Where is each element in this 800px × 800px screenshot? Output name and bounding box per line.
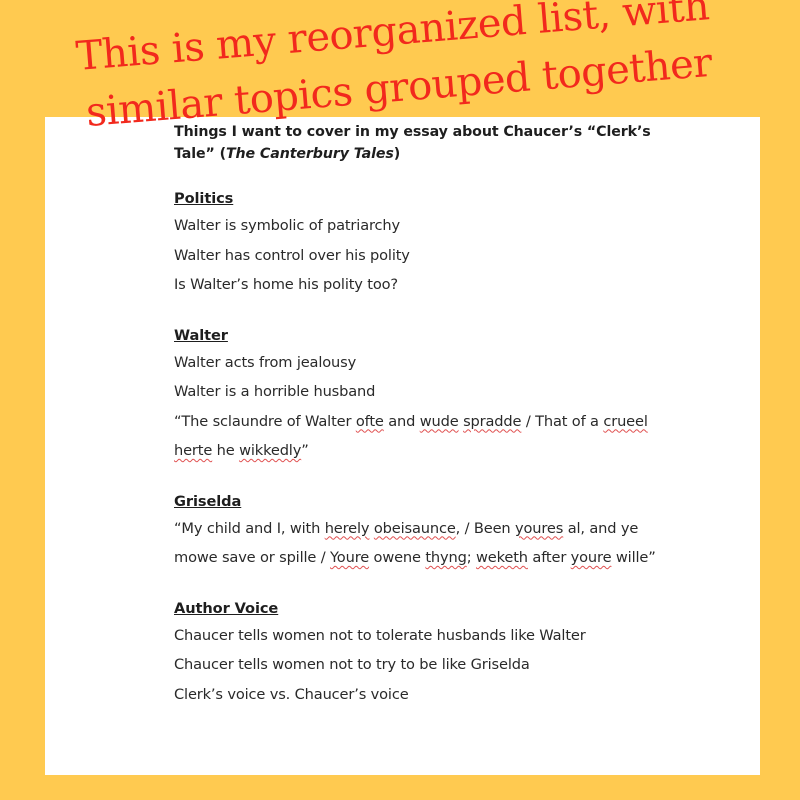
section-heading: Griselda <box>174 492 242 510</box>
misspelled-word: spradde <box>463 412 522 430</box>
quote-text: / That of a <box>521 412 604 430</box>
misspelled-word: herely <box>324 519 370 537</box>
quote-text: and <box>383 412 420 430</box>
list-item: Walter acts from jealousy <box>174 353 357 371</box>
quote-text: owene <box>369 549 426 566</box>
misspelled-word: thyng <box>425 549 467 566</box>
list-item: Clerk’s voice vs. Chaucer’s voice <box>174 685 409 703</box>
quote-text: “The sclaundre of Walter <box>174 412 356 430</box>
misspelled-word: wikkedly <box>239 442 302 459</box>
quote-item: “The sclaundre of Walter ofte and wude s… <box>174 407 664 466</box>
quote-text: ” <box>301 442 309 459</box>
quote-text: he <box>212 442 240 459</box>
quote-item: “My child and I, with herely obeisaunce,… <box>174 514 664 573</box>
title-text-end: ) <box>393 146 401 162</box>
section-politics: Politics Walter is symbolic of patriarchy… <box>174 187 734 300</box>
misspelled-word: crueel <box>603 412 648 430</box>
misspelled-word: obeisaunce <box>373 519 456 537</box>
sections-container: Politics Walter is symbolic of patriarchy… <box>174 187 734 709</box>
misspelled-word: weketh <box>476 549 528 566</box>
list-item: Is Walter’s home his polity too? <box>174 276 399 293</box>
document-content: Things I want to cover in my essay about… <box>174 121 734 709</box>
section-heading: Politics <box>174 190 234 207</box>
misspelled-word: ofte <box>355 412 384 430</box>
misspelled-word: youres <box>515 519 564 537</box>
quote-text: , / Been <box>455 519 516 537</box>
quote-text: wille” <box>611 549 656 566</box>
list-item: Chaucer tells women not to tolerate husb… <box>174 626 586 644</box>
section-heading: Author Voice <box>174 599 279 617</box>
quote-text: “My child and I, with <box>174 519 325 537</box>
section-heading: Walter <box>174 326 228 344</box>
title-italic-text: The Canterbury Tales <box>225 146 394 162</box>
list-item: Chaucer tells women not to try to be lik… <box>174 656 530 673</box>
section-author-voice: Author Voice Chaucer tells women not to t… <box>174 597 734 710</box>
misspelled-word: wude <box>419 412 459 430</box>
annotation-line-1: This is my reorganized list, with <box>74 0 711 80</box>
misspelled-word: herte <box>174 442 213 459</box>
document-title: Things I want to cover in my essay about… <box>174 121 664 165</box>
misspelled-word: youre <box>570 549 612 566</box>
document-page: Things I want to cover in my essay about… <box>45 117 760 775</box>
section-walter: Walter Walter acts from jealousy Walter is… <box>174 324 734 466</box>
section-griselda: Griselda “My child and I, with herely obe… <box>174 490 734 573</box>
misspelled-word: Youre <box>329 549 370 566</box>
list-item: Walter is symbolic of patriarchy <box>174 217 400 234</box>
quote-text: ; <box>466 549 476 566</box>
list-item: Walter has control over his polity <box>174 246 410 264</box>
list-item: Walter is a horrible husband <box>174 383 376 400</box>
quote-text: after <box>527 549 571 566</box>
